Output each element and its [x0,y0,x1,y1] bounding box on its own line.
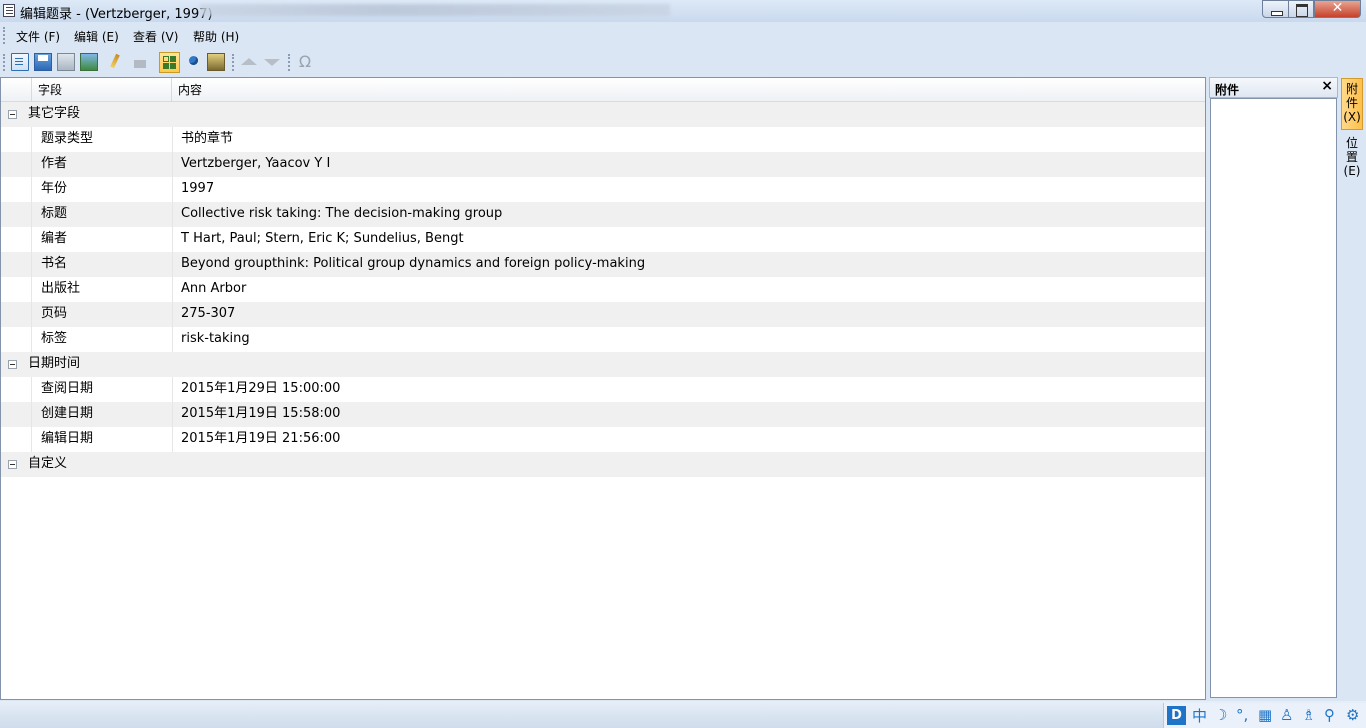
gear-icon[interactable]: ⚙ [1346,706,1359,724]
user-icon[interactable]: ♗ [1302,706,1315,724]
table-row[interactable]: 年份 1997 [1,177,1205,202]
field-name: 编辑日期 [41,431,94,446]
field-value[interactable]: Beyond groupthink: Political group dynam… [181,252,645,276]
field-value[interactable]: risk-taking [181,327,250,351]
menu-file[interactable]: 文件 (F) [16,28,60,45]
menu-help[interactable]: 帮助 (H) [193,28,239,45]
field-name: 书名 [41,256,68,271]
save-as-icon[interactable] [57,53,75,71]
status-bar [0,701,1366,728]
field-name: 编者 [41,231,68,246]
header-expander-column [1,78,32,101]
menubar-grip [3,27,7,44]
group-label: 自定义 [28,456,68,471]
table-row[interactable]: 出版社 Ann Arbor [1,277,1205,302]
toolbar-grip [3,54,7,71]
move-up-icon[interactable] [240,53,258,71]
save-all-icon[interactable] [80,53,98,71]
collapse-icon[interactable] [8,460,17,469]
group-label: 其它字段 [28,106,81,121]
field-name: 出版社 [41,281,81,296]
close-icon[interactable]: × [1321,78,1333,94]
pin-icon[interactable] [185,53,203,71]
new-document-icon[interactable] [11,53,29,71]
field-value[interactable]: 2015年1月19日 15:58:00 [181,402,340,426]
tab-location[interactable]: 位置(E) [1341,133,1363,181]
attachments-panel-title: 附件 [1215,83,1240,97]
table-row[interactable]: 查阅日期 2015年1月29日 15:00:00 [1,377,1205,402]
blurred-file-path [200,4,670,16]
toolbar: Ω [0,50,1366,76]
clear-format-icon[interactable] [131,53,149,71]
grid-body: 其它字段 题录类型 书的章节 作者 Vertzberger, Yaacov Y I … [1,102,1205,477]
field-name: 作者 [41,156,68,171]
table-row[interactable]: 编辑日期 2015年1月19日 21:56:00 [1,427,1205,452]
format-brush-icon[interactable] [107,53,125,71]
attachments-panel-header: 附件 × [1209,77,1338,98]
restore-button[interactable] [1288,0,1314,18]
ime-mode[interactable]: 中 [1192,705,1207,726]
field-value[interactable]: T Hart, Paul; Stern, Eric K; Sundelius, … [181,227,464,251]
minimize-button[interactable] [1262,0,1289,18]
field-value[interactable]: 2015年1月19日 21:56:00 [181,427,340,451]
menu-view[interactable]: 查看 (V) [133,28,178,45]
attachments-panel: 附件 × [1209,77,1338,700]
table-row[interactable]: 作者 Vertzberger, Yaacov Y I [1,152,1205,177]
header-field[interactable]: 字段 [32,78,172,101]
field-name: 标签 [41,331,68,346]
field-value[interactable]: Ann Arbor [181,277,246,301]
grid-header: 字段 内容 [1,78,1205,102]
header-content[interactable]: 内容 [172,78,1202,101]
window-title: 编辑题录 - (Vertzberger, 1997) [20,7,213,22]
field-name: 题录类型 [41,131,94,146]
table-row[interactable]: 编者 T Hart, Paul; Stern, Eric K; Sundelius… [1,227,1205,252]
field-value[interactable]: Collective risk taking: The decision-mak… [181,202,502,226]
field-name: 年份 [41,181,68,196]
table-row[interactable]: 题录类型 书的章节 [1,127,1205,152]
table-row[interactable]: 创建日期 2015年1月19日 15:58:00 [1,402,1205,427]
collapse-icon[interactable] [8,110,17,119]
ime-tray: D 中 ☽ °, ▦ ♙ ♗ ⚲ ⚙ [1163,703,1366,728]
field-name: 创建日期 [41,406,94,421]
tab-attachments[interactable]: 附件(X) [1341,78,1363,130]
save-icon[interactable] [34,53,52,71]
moon-icon[interactable]: ☽ [1214,706,1227,724]
punctuation-icon[interactable]: °, [1236,706,1248,724]
attachments-list[interactable] [1210,98,1337,698]
move-down-icon[interactable] [263,53,281,71]
collapse-icon[interactable] [8,360,17,369]
group-label: 日期时间 [28,356,81,371]
skin-icon[interactable]: ♙ [1280,706,1293,724]
field-value[interactable]: 275-307 [181,302,235,326]
toolbar-separator [288,54,291,71]
title-bar: 编辑题录 - (Vertzberger, 1997) ✕ [0,0,1366,22]
special-characters-icon[interactable]: Ω [296,53,314,71]
table-row[interactable]: 标签 risk-taking [1,327,1205,352]
field-name: 页码 [41,306,68,321]
toolbar-separator [232,54,235,71]
menu-edit[interactable]: 编辑 (E) [74,28,119,45]
field-value[interactable]: 1997 [181,177,214,201]
field-grid: 字段 内容 其它字段 题录类型 书的章节 作者 Vertzberger, Yaaco… [0,77,1206,700]
field-value[interactable]: Vertzberger, Yaacov Y I [181,152,330,176]
field-view-toggle-icon[interactable] [159,52,180,73]
app-icon [3,4,15,17]
group-row-custom[interactable]: 自定义 [1,452,1205,477]
field-value[interactable]: 2015年1月29日 15:00:00 [181,377,340,401]
field-name: 查阅日期 [41,381,94,396]
table-row[interactable]: 页码 275-307 [1,302,1205,327]
field-value[interactable]: 书的章节 [181,127,233,151]
close-icon: ✕ [1331,0,1344,16]
group-row-other[interactable]: 其它字段 [1,102,1205,127]
table-row[interactable]: 书名 Beyond groupthink: Political group dyn… [1,252,1205,277]
book-icon[interactable] [207,53,225,71]
menu-bar: 文件 (F) 编辑 (E) 查看 (V) 帮助 (H) [0,25,1366,47]
keyboard-icon[interactable]: ▦ [1258,706,1272,724]
group-row-datetime[interactable]: 日期时间 [1,352,1205,377]
ime-logo-icon[interactable]: D [1167,706,1186,725]
close-window-button[interactable]: ✕ [1314,0,1361,18]
field-name: 标题 [41,206,68,221]
search-icon[interactable]: ⚲ [1324,706,1335,724]
table-row[interactable]: 标题 Collective risk taking: The decision-m… [1,202,1205,227]
